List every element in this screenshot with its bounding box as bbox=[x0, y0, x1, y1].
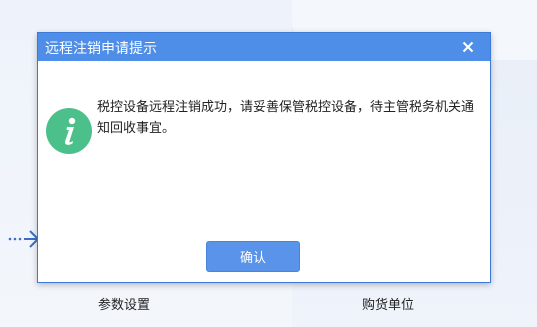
buyer-unit-label[interactable]: 购货单位 bbox=[362, 294, 414, 313]
info-icon bbox=[46, 108, 92, 154]
confirm-button[interactable]: 确认 bbox=[206, 241, 300, 272]
dialog-title: 远程注销申请提示 bbox=[45, 41, 157, 57]
remote-deregister-dialog: 远程注销申请提示 税控设备远程注销成功，请妥善保管税控设备，待主管税务机关通知回… bbox=[37, 32, 491, 283]
dotted-arrow-icon bbox=[8, 230, 40, 248]
params-settings-label[interactable]: 参数设置 bbox=[98, 294, 150, 313]
close-button[interactable] bbox=[446, 33, 490, 61]
close-icon bbox=[462, 41, 474, 53]
dialog-titlebar: 远程注销申请提示 bbox=[38, 33, 490, 61]
dialog-message: 税控设备远程注销成功，请妥善保管税控设备，待主管税务机关通知回收事宜。 bbox=[97, 100, 475, 136]
